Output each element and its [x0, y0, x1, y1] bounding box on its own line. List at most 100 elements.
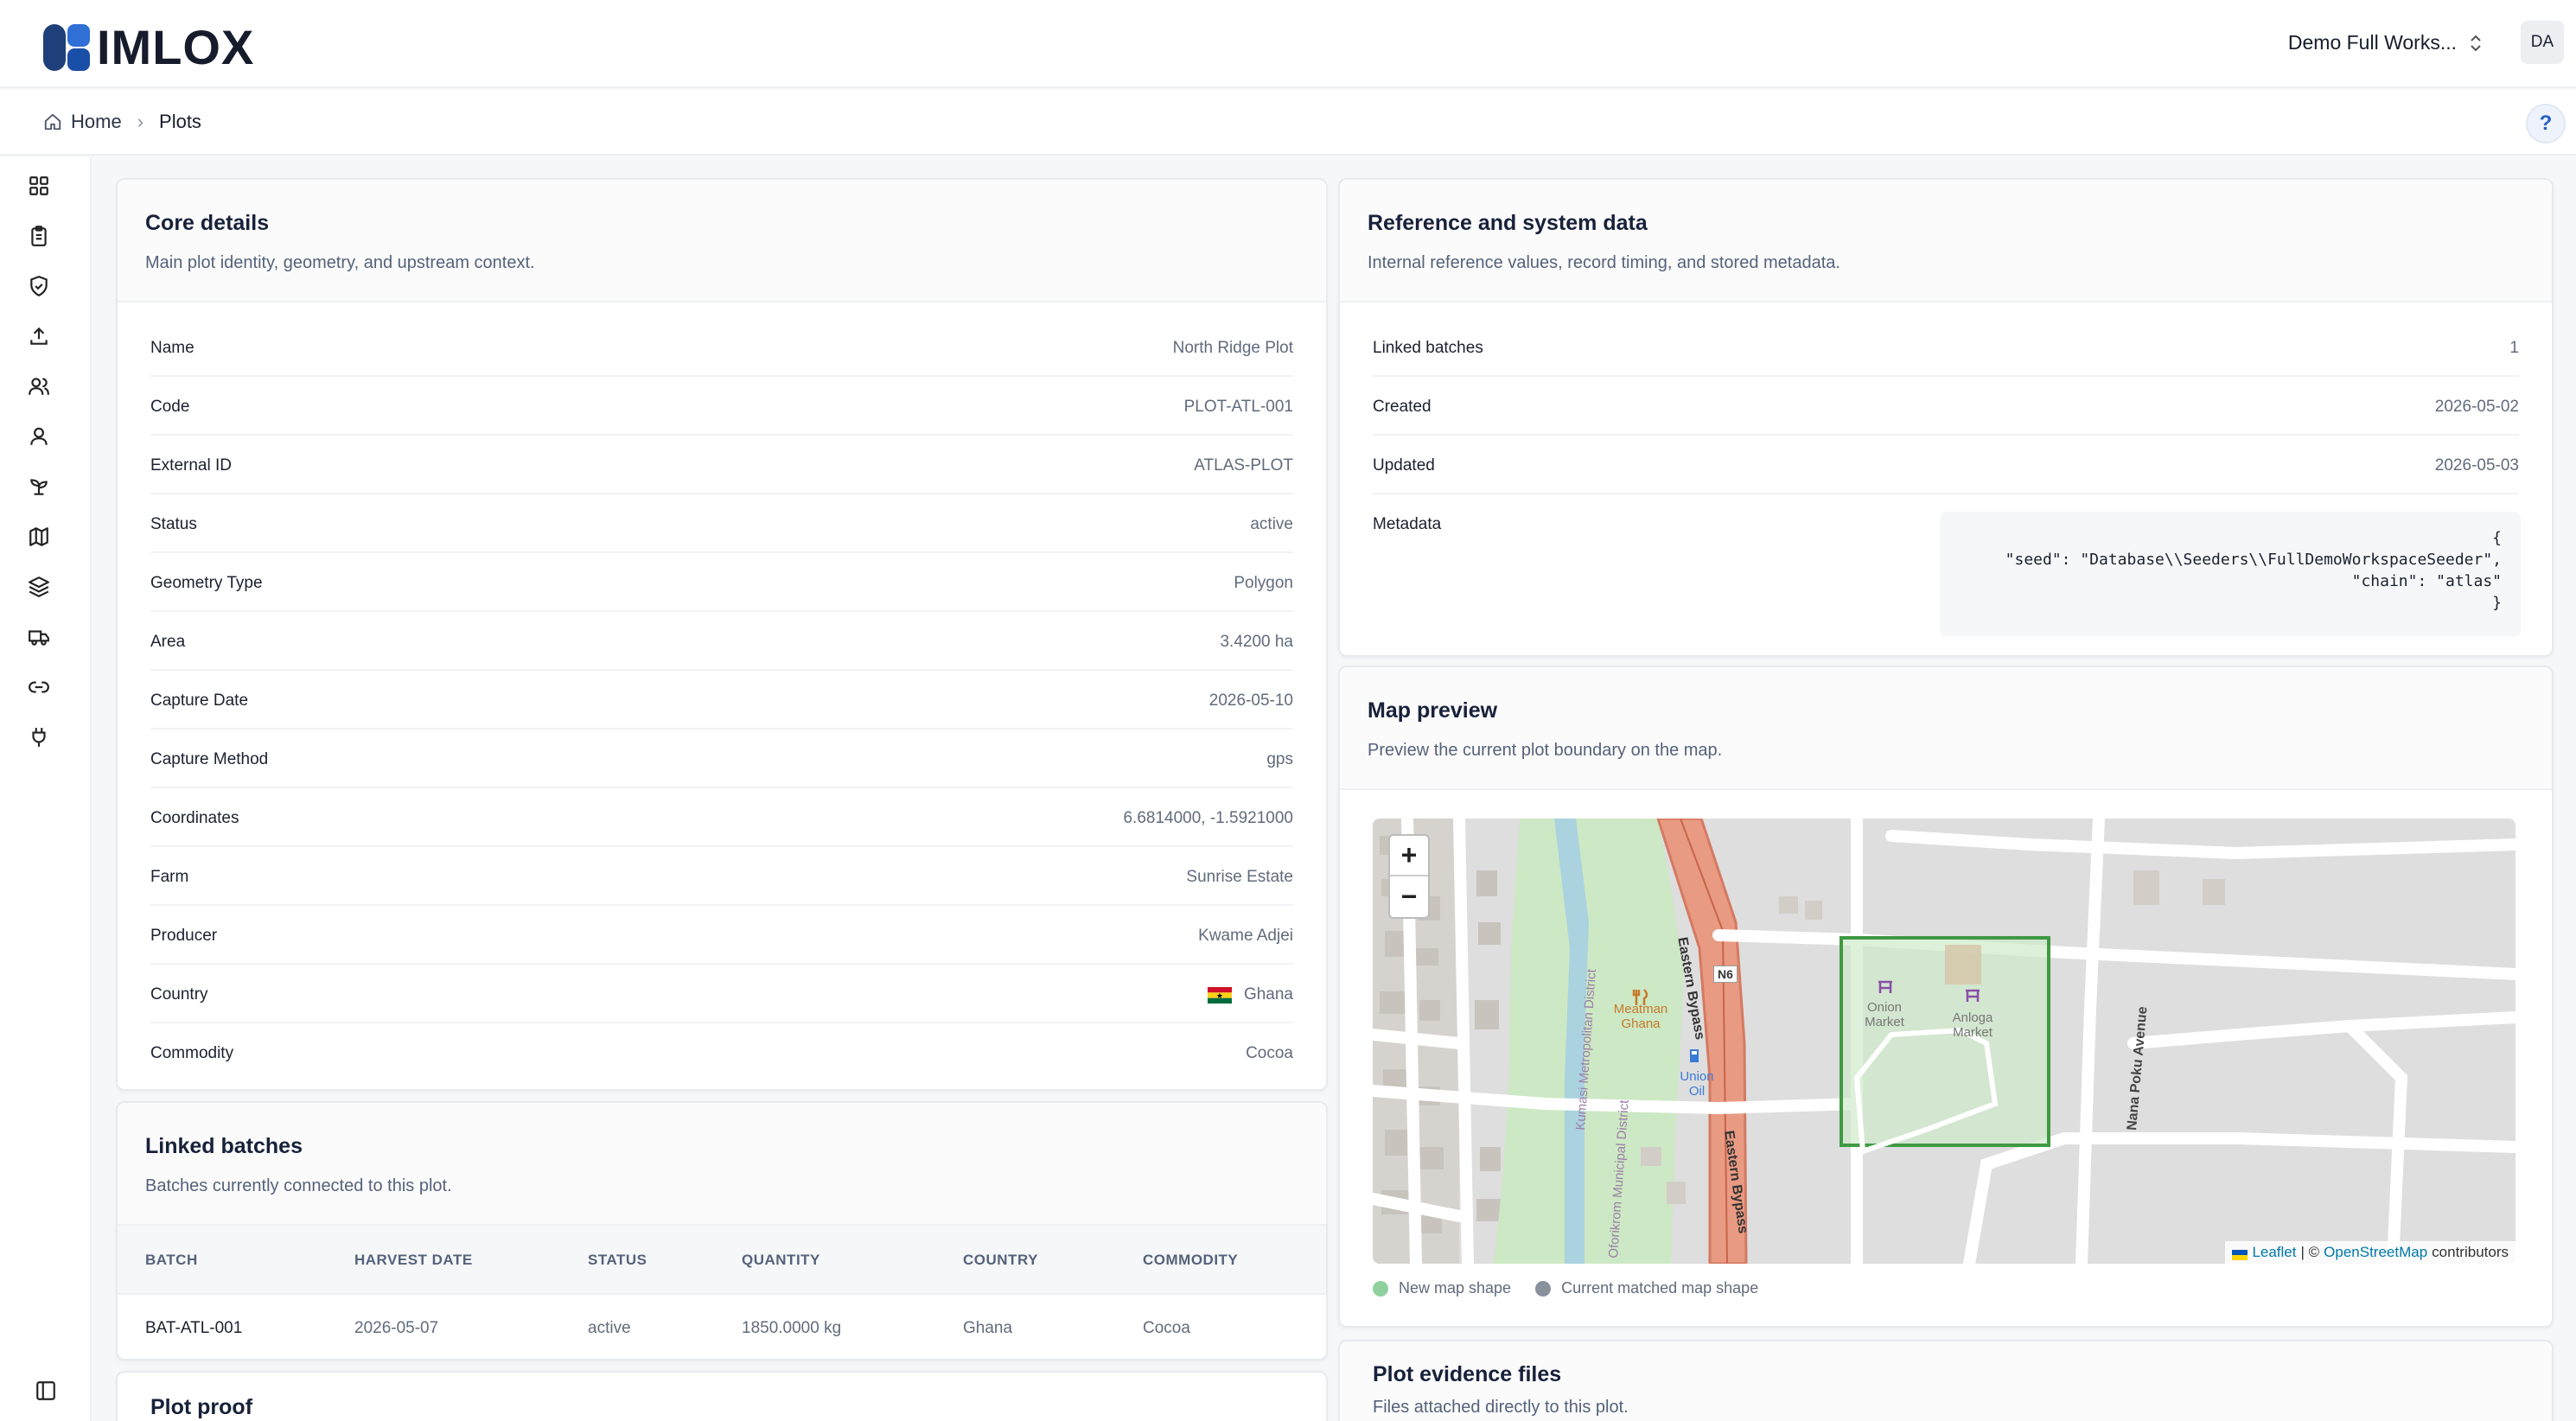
zoom-out-button[interactable]: − [1390, 876, 1428, 917]
app-logo[interactable]: IMLOX [43, 19, 254, 75]
map-label-anloga-market: Anloga Market [1952, 1010, 1993, 1040]
ghana-flag-icon [1207, 986, 1232, 1004]
table-cell: 2026-05-07 [354, 1319, 439, 1337]
attribution-suffix: contributors [2432, 1244, 2509, 1260]
linked-batches-header: Linked batches Batches currently connect… [118, 1103, 1326, 1226]
sidebar-toggle-icon[interactable] [35, 1380, 57, 1402]
map-icon[interactable] [28, 526, 50, 548]
detail-row-producer: Producer Kwame Adjei [150, 906, 1293, 965]
table-cell: Cocoa [1143, 1319, 1190, 1337]
detail-row-farm: Farm Sunrise Estate [150, 847, 1293, 906]
table-cell[interactable]: BAT-ATL-001 [145, 1319, 242, 1338]
linked-batches-card: Linked batches Batches currently connect… [116, 1101, 1328, 1360]
detail-row-coordinates: Coordinates 6.6814000, -1.5921000 [150, 788, 1293, 847]
linked-batches-title: Linked batches [145, 1134, 303, 1158]
core-details-header: Core details Main plot identity, geometr… [118, 180, 1326, 303]
detail-row-name: Name North Ridge Plot [150, 318, 1293, 377]
logo-text: IMLOX [97, 20, 255, 74]
reference-row-created: Created 2026-05-02 [1373, 377, 2519, 436]
zoom-in-button[interactable]: + [1390, 836, 1428, 876]
column-header[interactable]: QUANTITY [742, 1252, 820, 1269]
column-header[interactable]: HARVEST DATE [354, 1252, 473, 1269]
breadcrumb-current: Plots [159, 111, 201, 132]
detail-row-code: Code PLOT-ATL-001 [150, 377, 1293, 436]
detail-row-status: Status active [150, 494, 1293, 553]
openstreetmap-link[interactable]: OpenStreetMap [2324, 1244, 2427, 1261]
legend-new: New map shape [1399, 1279, 1512, 1297]
reference-header: Reference and system data Internal refer… [1340, 180, 2552, 303]
detail-row-capture-method: Capture Method gps [150, 730, 1293, 788]
legend-current: Current matched map shape [1561, 1279, 1759, 1297]
breadcrumb-home[interactable]: Home [71, 111, 122, 133]
column-header[interactable]: STATUS [588, 1252, 647, 1269]
core-details-card: Core details Main plot identity, geometr… [116, 178, 1328, 1091]
plug-icon[interactable] [28, 726, 50, 749]
linked-batches-subtitle: Batches currently connected to this plot… [145, 1176, 452, 1195]
map-tiles [1373, 819, 2515, 1264]
dashboard-icon[interactable] [28, 175, 50, 197]
chevron-up-down-icon [2469, 33, 2483, 54]
map-label-onion-market: Onion Market [1865, 1000, 1904, 1029]
detail-row-capture-date: Capture Date 2026-05-10 [150, 671, 1293, 730]
reference-row-linked-batches: Linked batches 1 [1373, 318, 2519, 377]
evidence-card: Plot evidence files Files attached direc… [1338, 1340, 2554, 1421]
map-attribution: Leaflet | © OpenStreetMap contributors [2225, 1241, 2515, 1264]
reference-title: Reference and system data [1368, 211, 1648, 235]
users-icon[interactable] [28, 375, 50, 398]
map-preview-subtitle: Preview the current plot boundary on the… [1368, 741, 1723, 760]
detail-row-external-id: External ID ATLAS-PLOT [150, 436, 1293, 494]
upload-icon[interactable] [28, 325, 50, 347]
column-header[interactable]: BATCH [145, 1252, 198, 1269]
user-avatar[interactable]: DA [2521, 21, 2564, 64]
help-button[interactable]: ? [2526, 104, 2566, 143]
map-zoom-control: + − [1388, 834, 1430, 919]
market-icon [1876, 978, 1895, 1001]
chevron-right-icon: › [137, 111, 144, 132]
table-cell: 1850.0000 kg [742, 1319, 842, 1337]
restaurant-icon [1632, 988, 1649, 1011]
fuel-icon [1687, 1047, 1703, 1068]
top-header: IMLOX Demo Full Works... DA [0, 0, 2576, 88]
breadcrumb-bar: Home › Plots ? [0, 90, 2576, 156]
core-details-subtitle: Main plot identity, geometry, and upstre… [145, 253, 535, 272]
link-icon[interactable] [28, 676, 50, 698]
workspace-switcher[interactable]: Demo Full Works... [2288, 31, 2483, 54]
map-label-n6: N6 [1713, 965, 1738, 983]
legend-dot-new [1373, 1280, 1388, 1297]
legend-dot-current [1535, 1280, 1552, 1297]
plot-proof-title: Plot proof [150, 1395, 253, 1419]
ukraine-flag-icon [2232, 1247, 2248, 1260]
map-legend: New map shape Current matched map shape [1373, 1279, 1758, 1297]
logo-mark-icon [43, 22, 93, 73]
table-header: BATCH HARVEST DATE STATUS QUANTITY COUNT… [118, 1226, 1326, 1295]
table-cell: active [588, 1319, 631, 1337]
sidebar [0, 157, 92, 1421]
table-cell: Ghana [963, 1319, 1013, 1337]
workspace-name: Demo Full Works... [2287, 31, 2457, 54]
evidence-title: Plot evidence files [1373, 1362, 1562, 1386]
evidence-subtitle: Files attached directly to this plot. [1373, 1398, 1629, 1417]
reference-card: Reference and system data Internal refer… [1338, 178, 2554, 657]
column-header[interactable]: COMMODITY [1143, 1252, 1238, 1269]
map-label-union-oil: Union Oil [1680, 1069, 1714, 1099]
layers-icon[interactable] [28, 576, 50, 598]
user-icon[interactable] [28, 425, 50, 448]
plot-proof-card: Plot proof [116, 1371, 1328, 1421]
detail-row-area: Area 3.4200 ha [150, 612, 1293, 671]
attribution-separator: | © [2300, 1244, 2320, 1260]
core-details-title: Core details [145, 211, 270, 235]
metadata-json: { "seed": "Database\\Seeders\\FullDemoWo… [1940, 512, 2521, 636]
column-header[interactable]: COUNTRY [963, 1252, 1038, 1269]
map-canvas[interactable]: Eastern Bypass Eastern Bypass N6 Nana Po… [1373, 819, 2515, 1264]
detail-row-geometry-type: Geometry Type Polygon [150, 553, 1293, 612]
leaflet-link[interactable]: Leaflet [2252, 1244, 2296, 1261]
map-preview-title: Map preview [1368, 698, 1498, 723]
truck-icon[interactable] [28, 626, 50, 648]
clipboard-icon[interactable] [28, 225, 50, 247]
detail-row-commodity: Commodity Cocoa [150, 1044, 1293, 1062]
detail-row-country: Country Ghana [150, 965, 1293, 1023]
sprout-icon[interactable] [28, 475, 50, 498]
shield-check-icon[interactable] [28, 275, 50, 297]
market-icon [1963, 986, 1982, 1010]
home-icon [43, 112, 62, 131]
